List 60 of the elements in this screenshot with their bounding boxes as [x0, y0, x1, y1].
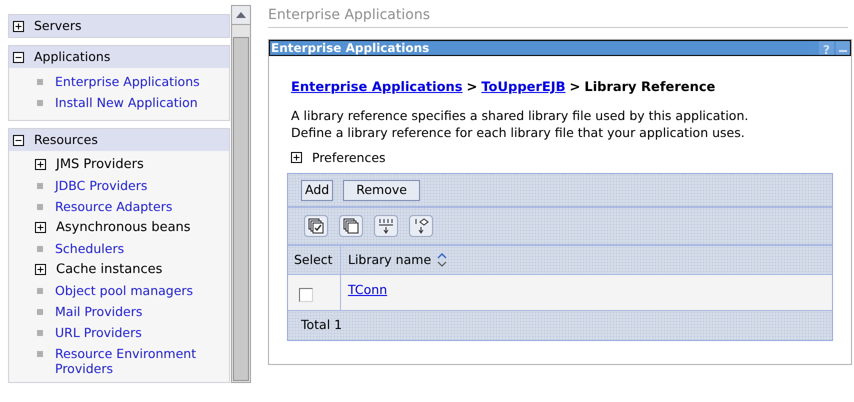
bullet-icon [37, 351, 43, 357]
nav-link[interactable]: Resource Environment Providers [55, 346, 215, 376]
panel-title: Enterprise Applications [270, 40, 430, 57]
nav-link[interactable]: Resource Adapters [55, 199, 172, 214]
preferences-toggle[interactable]: Preferences [312, 148, 386, 168]
deselect-all-icon[interactable] [339, 215, 363, 238]
total-count: Total 1 [301, 316, 342, 334]
nav-link[interactable]: Enterprise Applications [55, 74, 200, 89]
breadcrumb-text: > [570, 79, 580, 97]
select-all-icon[interactable] [304, 215, 328, 238]
nav-link[interactable]: Object pool managers [55, 283, 194, 298]
bullet-icon [37, 288, 43, 294]
description-text: A library reference specifies a shared library file used by this application. [291, 106, 750, 124]
section-title[interactable]: Applications [34, 48, 110, 66]
expand-icon[interactable] [13, 20, 24, 32]
page-title: Enterprise Applications [268, 5, 848, 28]
clear-filter-icon[interactable] [409, 215, 433, 238]
row-checkbox[interactable] [299, 288, 313, 302]
breadcrumb-link[interactable]: ToUpperEJB [481, 78, 566, 98]
show-filter-icon[interactable] [374, 215, 398, 238]
section-header[interactable]: Applications [9, 46, 229, 68]
description-text: Define a library reference for each library file that your application uses. [291, 124, 746, 140]
up-arrow-icon [236, 12, 246, 18]
expand-icon[interactable] [35, 264, 46, 275]
nav-link[interactable]: Schedulers [55, 241, 124, 256]
nav-folder[interactable]: Asynchronous beans [56, 220, 191, 235]
bullet-icon [37, 330, 43, 336]
section-title[interactable]: Servers [34, 16, 82, 36]
bullet-icon [37, 79, 43, 85]
expand-icon[interactable] [291, 152, 302, 164]
bullet-icon [37, 309, 43, 315]
breadcrumb-link[interactable]: Enterprise Applications [291, 78, 462, 98]
nav-link[interactable]: JDBC Providers [55, 178, 148, 193]
nav-link[interactable]: Mail Providers [55, 304, 142, 319]
nav-link[interactable]: Install New Application [55, 95, 198, 110]
action-button[interactable]: Remove [343, 180, 420, 201]
action-button[interactable]: Add [301, 180, 334, 201]
column-header: Select [288, 246, 341, 274]
nav-folder[interactable]: Cache instances [56, 262, 162, 277]
bullet-icon [37, 183, 43, 189]
scroll-up-button[interactable] [232, 6, 250, 25]
expand-icon[interactable] [35, 222, 46, 233]
breadcrumb-text: > [466, 79, 478, 97]
bullet-icon [37, 100, 43, 106]
section-header[interactable]: Resources [9, 129, 229, 151]
expand-icon[interactable] [35, 159, 46, 170]
collapse-icon[interactable] [13, 52, 24, 62]
column-header[interactable]: Library name [348, 250, 432, 270]
nav-link[interactable]: URL Providers [55, 325, 142, 340]
section-title[interactable]: Resources [34, 130, 98, 150]
sort-icon[interactable] [437, 253, 448, 268]
bullet-icon [37, 246, 43, 252]
scrollbar[interactable] [231, 5, 251, 383]
bullet-icon [37, 204, 43, 210]
section-header[interactable]: Servers [9, 15, 229, 37]
breadcrumb-text: Library Reference [584, 79, 716, 97]
collapse-icon[interactable] [13, 134, 24, 146]
nav-folder[interactable]: JMS Providers [56, 157, 144, 172]
library-link[interactable]: TConn [341, 275, 388, 310]
scroll-thumb[interactable] [233, 37, 249, 381]
